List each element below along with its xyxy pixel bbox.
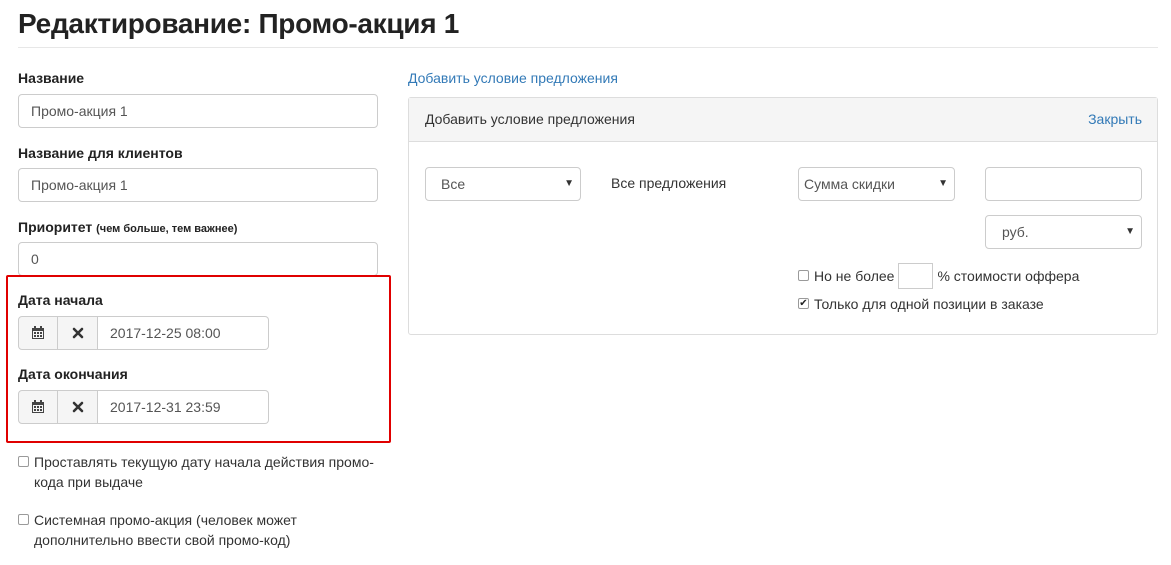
- close-icon: [72, 401, 83, 413]
- single-position-option[interactable]: ✔ Только для одной позиции в заказе: [798, 294, 1044, 314]
- end-date-label: Дата окончания: [18, 366, 128, 382]
- priority-label: Приоритет (чем больше, тем важнее): [18, 219, 237, 235]
- max-percent-option[interactable]: Но не более % стоимости оффера: [798, 263, 1080, 289]
- checkmark-icon: ✔: [799, 297, 808, 309]
- close-icon: [72, 327, 83, 339]
- scope-select-value: Все: [441, 176, 466, 192]
- discount-amount-input[interactable]: [985, 167, 1142, 201]
- system-promo-text: Системная промо-акция (человек может доп…: [34, 512, 297, 548]
- panel-title: Добавить условие предложения: [425, 111, 635, 127]
- priority-hint: (чем больше, тем важнее): [96, 223, 238, 235]
- priority-input[interactable]: 0: [18, 242, 378, 276]
- auto-start-date-text: Проставлять текущую дату начала действия…: [34, 454, 374, 490]
- start-date-calendar-button[interactable]: [18, 316, 58, 350]
- end-date-clear-button[interactable]: [58, 390, 98, 424]
- caret-down-icon: ▼: [564, 178, 574, 189]
- currency-select[interactable]: руб. ▼: [985, 215, 1142, 249]
- start-date-clear-button[interactable]: [58, 316, 98, 350]
- max-percent-prefix: Но не более: [814, 268, 895, 284]
- auto-start-date-option[interactable]: Проставлять текущую дату начала действия…: [18, 452, 374, 492]
- add-condition-panel: Добавить условие предложения Закрыть Все…: [408, 97, 1158, 335]
- system-promo-option[interactable]: Системная промо-акция (человек может доп…: [18, 510, 297, 550]
- start-date-input[interactable]: 2017-12-25 08:00: [98, 316, 269, 350]
- start-date-label: Дата начала: [18, 292, 103, 308]
- max-percent-input[interactable]: [898, 263, 934, 289]
- end-date-input[interactable]: 2017-12-31 23:59: [98, 390, 269, 424]
- page-title: Редактирование: Промо-акция 1: [18, 8, 459, 39]
- panel-header: Добавить условие предложения Закрыть: [409, 98, 1157, 142]
- discount-type-value: Сумма скидки: [804, 176, 895, 192]
- add-condition-link[interactable]: Добавить условие предложения: [408, 70, 618, 86]
- currency-select-value: руб.: [1002, 224, 1029, 240]
- calendar-icon: [32, 400, 44, 413]
- caret-down-icon: ▼: [1125, 226, 1135, 237]
- end-date-calendar-button[interactable]: [18, 390, 58, 424]
- client-name-input[interactable]: Промо-акция 1: [18, 168, 378, 202]
- client-name-label: Название для клиентов: [18, 145, 183, 161]
- system-promo-checkbox[interactable]: [18, 514, 29, 525]
- calendar-icon: [32, 326, 44, 339]
- name-input[interactable]: Промо-акция 1: [18, 94, 378, 128]
- name-label: Название: [18, 70, 85, 86]
- single-position-checkbox[interactable]: ✔: [798, 298, 809, 309]
- offers-text: Все предложения: [611, 175, 727, 191]
- single-position-text: Только для одной позиции в заказе: [814, 296, 1044, 312]
- start-date-group: 2017-12-25 08:00: [18, 316, 269, 350]
- auto-start-date-checkbox[interactable]: [18, 456, 29, 467]
- discount-type-select[interactable]: Сумма скидки ▼: [798, 167, 955, 201]
- max-percent-suffix: % стоимости оффера: [937, 268, 1080, 284]
- close-panel-link[interactable]: Закрыть: [1088, 111, 1142, 127]
- end-date-group: 2017-12-31 23:59: [18, 390, 269, 424]
- max-percent-checkbox[interactable]: [798, 270, 809, 281]
- caret-down-icon: ▼: [938, 178, 948, 189]
- priority-label-text: Приоритет: [18, 219, 93, 235]
- scope-select[interactable]: Все ▼: [425, 167, 581, 201]
- title-divider: [18, 47, 1158, 48]
